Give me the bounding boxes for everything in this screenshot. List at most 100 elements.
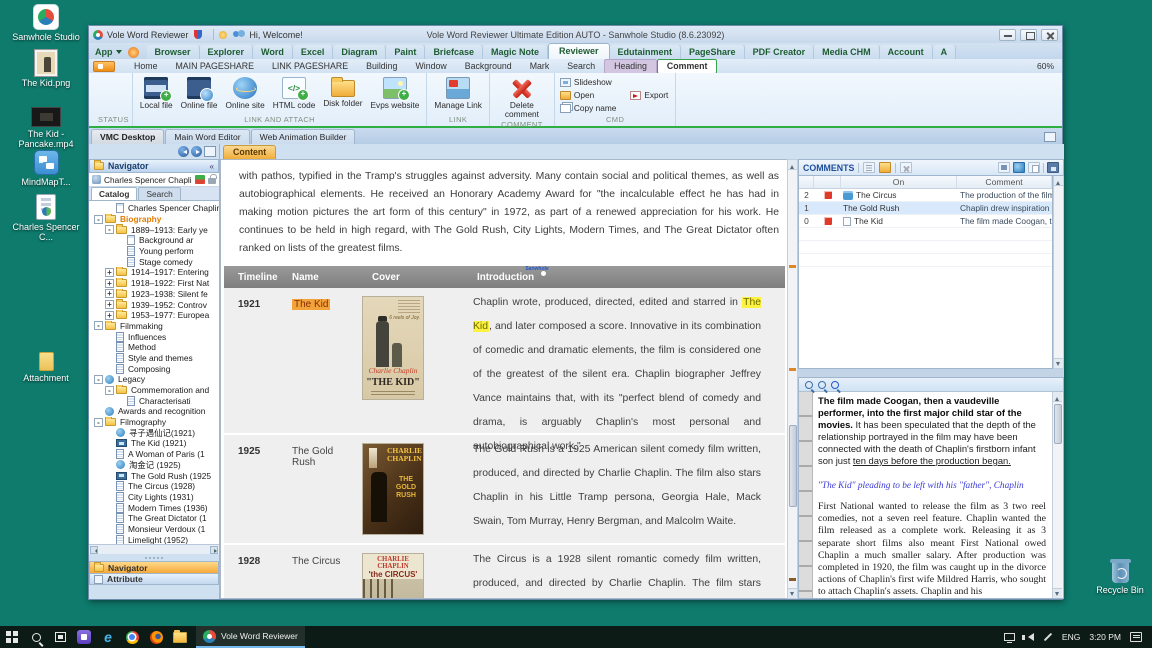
comments-grid-scrollbar[interactable] [1053,176,1064,369]
scroll-up-icon[interactable] [788,160,797,170]
nav-forward-button[interactable] [191,146,202,157]
tree-item-1918-1922-first-nat[interactable]: +1918–1922: First Nat [89,278,219,289]
gear-icon[interactable] [128,47,139,58]
sync-globe-icon[interactable] [1013,162,1025,173]
menu-tab-diagram[interactable]: Diagram [333,45,386,59]
export-monitor-icon[interactable] [998,162,1010,173]
navigator-band[interactable]: Navigator [89,561,219,573]
taskbar-active-app[interactable]: Vole Word Reviewer [196,626,305,648]
scroll-down-icon[interactable] [1053,588,1062,598]
tree-item-method[interactable]: Method [89,342,219,353]
close-button[interactable] [1041,29,1058,41]
comment-row-the-gold-rush[interactable]: 1The Gold RushChaplin drew inspiration f… [799,202,1052,215]
taskbar-firefox[interactable] [144,626,168,648]
tree-item-style-and-themes[interactable]: Style and themes [89,353,219,364]
expand-icon[interactable]: + [105,279,114,288]
sub-tab-main-pageshare[interactable]: MAIN PAGESHARE [166,60,263,73]
taskbar-search-button[interactable] [24,626,48,648]
sub-tab-building[interactable]: Building [357,60,406,73]
tree-item-filmography[interactable]: -Filmography [89,417,219,428]
preview-scrollbar[interactable] [1052,392,1063,598]
tree-item-the-kid-1921[interactable]: The Kid (1921) [89,438,219,449]
network-icon[interactable] [1004,633,1015,641]
menu-tab-paint[interactable]: Paint [386,45,425,59]
tree-item-淘金记-1925[interactable]: 淘金记 (1925) [89,460,219,471]
comment-row-the-kid[interactable]: 0The KidThe film made Coogan, then a w [799,215,1052,228]
tree-item-characterisati[interactable]: Characterisati [89,395,219,406]
menu-tab-a[interactable]: A [933,45,957,59]
nav-back-button[interactable] [178,146,189,157]
collapse-icon[interactable]: - [105,225,114,234]
app-menu-button[interactable]: App [93,46,126,59]
tree-item-charles-spencer-chaplin[interactable]: Charles Spencer Chaplin [89,203,219,214]
ribbon-button-open[interactable]: Open [558,89,618,101]
sub-tab-window[interactable]: Window [406,60,455,73]
comments-splitter[interactable] [798,369,1064,377]
taskbar-file-explorer[interactable] [168,626,192,648]
window-layout-icon[interactable] [1044,132,1056,142]
clock[interactable]: 3:20 PM [1089,632,1121,642]
doc-tab-main-word-editor[interactable]: Main Word Editor [165,129,249,144]
tree-item-the-circus-1928[interactable]: The Circus (1928) [89,481,219,492]
tree-item-1914-1917-entering[interactable]: +1914–1917: Entering [89,267,219,278]
desktop-icon-mindmapt[interactable]: MindMapT... [10,150,82,187]
menu-tab-reviewer[interactable]: Reviewer [548,43,610,59]
start-button[interactable] [0,626,24,648]
tree-item-a-woman-of-paris-1[interactable]: A Woman of Paris (1 [89,449,219,460]
comment-row-the-circus[interactable]: 2The CircusThe production of the film wa… [799,189,1052,202]
save-icon[interactable] [1047,162,1059,173]
expand-icon[interactable]: + [105,289,114,298]
collapse-icon[interactable]: - [105,386,114,395]
pen-icon[interactable] [1044,633,1052,641]
collapse-icon[interactable]: « [210,162,214,171]
desktop-icon-sanwhole-studio[interactable]: Sanwhole Studio [10,4,82,42]
tree-item-legacy[interactable]: -Legacy [89,374,219,385]
tree-item-awards-and-recognition[interactable]: Awards and recognition [89,406,219,417]
scrollbar-thumb[interactable] [789,425,797,507]
tree-item-1923-1938-silent-fe[interactable]: +1923–1938: Silent fe [89,289,219,300]
volume-icon[interactable] [1024,633,1034,641]
magnifier-icon[interactable] [805,381,813,389]
tree-item-the-gold-rush-1925[interactable]: The Gold Rush (1925 [89,470,219,481]
ribbon-button-export[interactable]: Export [630,90,668,100]
tree-item-stage-comedy[interactable]: Stage comedy [89,256,219,267]
sort-icon[interactable] [863,162,875,173]
tree-item-city-lights-1931[interactable]: City Lights (1931) [89,492,219,503]
tree-item-寻子遇仙记-1921[interactable]: 寻子遇仙记(1921) [89,427,219,438]
menu-tab-magic-note[interactable]: Magic Note [483,45,548,59]
delete-comment-icon[interactable] [900,162,912,173]
ribbon-button-manage-link[interactable]: Manage Link [430,74,486,111]
ribbon-button-delete-comment[interactable]: Delete comment [493,74,551,120]
scroll-down-icon[interactable] [788,588,797,598]
menu-tab-edutainment[interactable]: Edutainment [610,45,682,59]
sub-tab-mark[interactable]: Mark [521,60,559,73]
language-indicator[interactable]: ENG [1062,632,1080,642]
ribbon-button-local-file[interactable]: Local file [136,74,177,111]
quick-command-button[interactable] [93,61,115,72]
tree-item-limelight-1952[interactable]: Limelight (1952) [89,534,219,544]
ribbon-button-online-file[interactable]: Online file [177,74,222,111]
task-view-button[interactable] [48,626,72,648]
collapse-icon[interactable]: - [94,215,103,224]
minimize-button[interactable] [999,29,1016,41]
tree-item-commemoration-and[interactable]: -Commemoration and [89,385,219,396]
collapse-icon[interactable]: - [94,418,103,427]
taskbar-chrome[interactable] [120,626,144,648]
tree-item-influences[interactable]: Influences [89,331,219,342]
menu-tab-briefcase[interactable]: Briefcase [425,45,483,59]
menu-tab-explorer[interactable]: Explorer [200,45,254,59]
navigator-header[interactable]: Navigator « [89,159,219,173]
desktop-icon-charles-spencer-c[interactable]: Charles Spencer C... [10,194,82,242]
desktop-icon-the-kid-png[interactable]: The Kid.png [10,50,82,88]
doc-tab-vmc-desktop[interactable]: VMC Desktop [91,129,164,144]
tree-item-filmmaking[interactable]: -Filmmaking [89,321,219,332]
menu-tab-pdf-creator[interactable]: PDF Creator [745,45,815,59]
expand-icon[interactable]: + [105,311,114,320]
tree-item-background-ar[interactable]: Background ar [89,235,219,246]
scrollbar-thumb[interactable] [1054,404,1062,444]
content-scrollbar[interactable] [787,159,798,599]
tree-item-modern-times-1936[interactable]: Modern Times (1936) [89,502,219,513]
sub-tab-comment[interactable]: Comment [657,59,718,74]
expand-icon[interactable]: + [105,300,114,309]
tree-item-the-great-dictator-1[interactable]: The Great Dictator (1 [89,513,219,524]
